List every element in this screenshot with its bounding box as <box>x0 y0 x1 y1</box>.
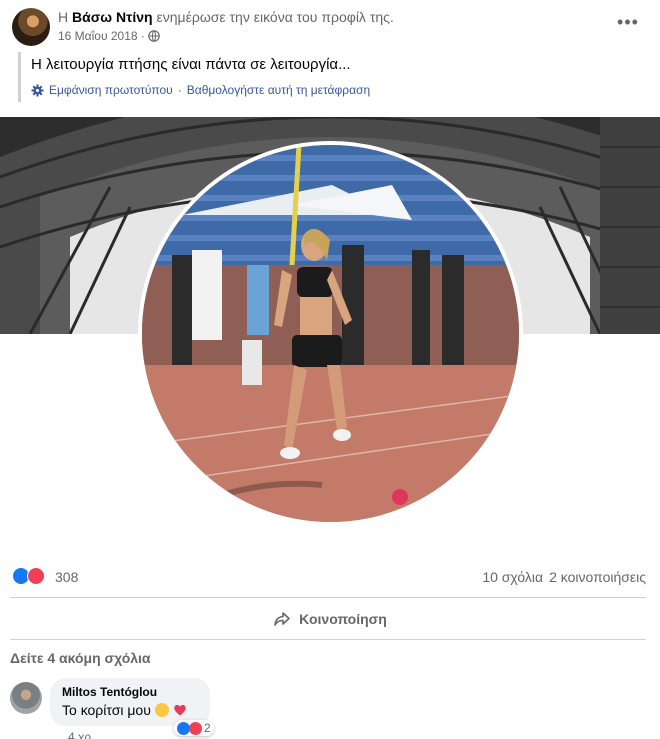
show-original-link[interactable]: Εμφάνιση πρωτοτύπου <box>49 83 173 97</box>
shares-count-link[interactable]: 2 κοινοποιήσεις <box>549 569 646 585</box>
rate-translation-link[interactable]: Βαθμολογήστε αυτή τη μετάφραση <box>187 83 370 97</box>
author-avatar[interactable] <box>12 8 50 46</box>
translated-text: Η λειτουργία πτήσης είναι πάντα σε λειτο… <box>31 56 351 73</box>
reaction-count[interactable]: 308 <box>55 569 78 585</box>
translation-links: Εμφάνιση πρωτοτύπου · Βαθμολογήστε αυτή … <box>31 83 438 97</box>
comment-item: Miltos Tentóglou Το κορίτσι μου 2 4 χρ <box>10 678 650 739</box>
prefix-text: Η <box>58 9 69 25</box>
profile-picture[interactable] <box>138 141 523 526</box>
comment-author[interactable]: Miltos Tentóglou <box>62 685 198 699</box>
more-options-button[interactable]: ••• <box>612 12 644 38</box>
gear-icon <box>31 83 44 97</box>
comment-timestamp[interactable]: 4 χρ <box>68 730 91 739</box>
post-action-text: ενημέρωσε την εικόνα του προφίλ της. <box>156 9 394 25</box>
post-date[interactable]: 16 Μαΐου 2018 · <box>58 29 145 43</box>
translation-separator: · <box>177 83 182 97</box>
smiling-emoji-icon <box>154 703 169 717</box>
comment-text: Το κορίτσι μου <box>62 702 151 718</box>
divider <box>10 597 646 598</box>
post-header-line: Η Βάσω Ντίνη ενημέρωσε την εικόνα του πρ… <box>58 9 394 25</box>
love-icon <box>189 721 202 735</box>
reactions-bar: 308 10 σχόλια 2 κοινοποιήσεις <box>0 559 660 595</box>
more-icon: ••• <box>617 12 639 32</box>
share-button[interactable]: Κοινοποίηση <box>260 605 400 633</box>
view-more-comments-link[interactable]: Δείτε 4 ακόμη σχόλια <box>10 650 151 666</box>
post-header: Η Βάσω Ντίνη ενημέρωσε την εικόνα του πρ… <box>0 0 660 50</box>
post-meta: 16 Μαΐου 2018 · <box>58 29 160 43</box>
translation-block: Η λειτουργία πτήσης είναι πάντα σε λειτο… <box>18 52 438 102</box>
comment-reactions[interactable]: 2 <box>174 720 214 736</box>
share-icon <box>274 612 290 626</box>
author-name[interactable]: Βάσω Ντίνη <box>72 9 153 25</box>
comment-bubble: Miltos Tentóglou Το κορίτσι μου <box>50 678 210 726</box>
divider <box>10 639 646 640</box>
commenter-avatar[interactable] <box>10 682 42 714</box>
reaction-icons[interactable] <box>12 567 45 585</box>
comment-text-line: Το κορίτσι μου <box>62 702 198 718</box>
globe-icon <box>148 30 160 42</box>
share-label: Κοινοποίηση <box>299 611 387 627</box>
profile-photo-area[interactable] <box>0 117 660 547</box>
heart-emoji-icon <box>174 704 186 716</box>
comments-count-link[interactable]: 10 σχόλια <box>482 569 543 585</box>
athlete-photo <box>142 145 519 522</box>
engagement-summary: 10 σχόλια 2 κοινοποιήσεις <box>482 569 646 585</box>
comment-reaction-count: 2 <box>204 721 211 735</box>
love-icon <box>27 567 45 585</box>
